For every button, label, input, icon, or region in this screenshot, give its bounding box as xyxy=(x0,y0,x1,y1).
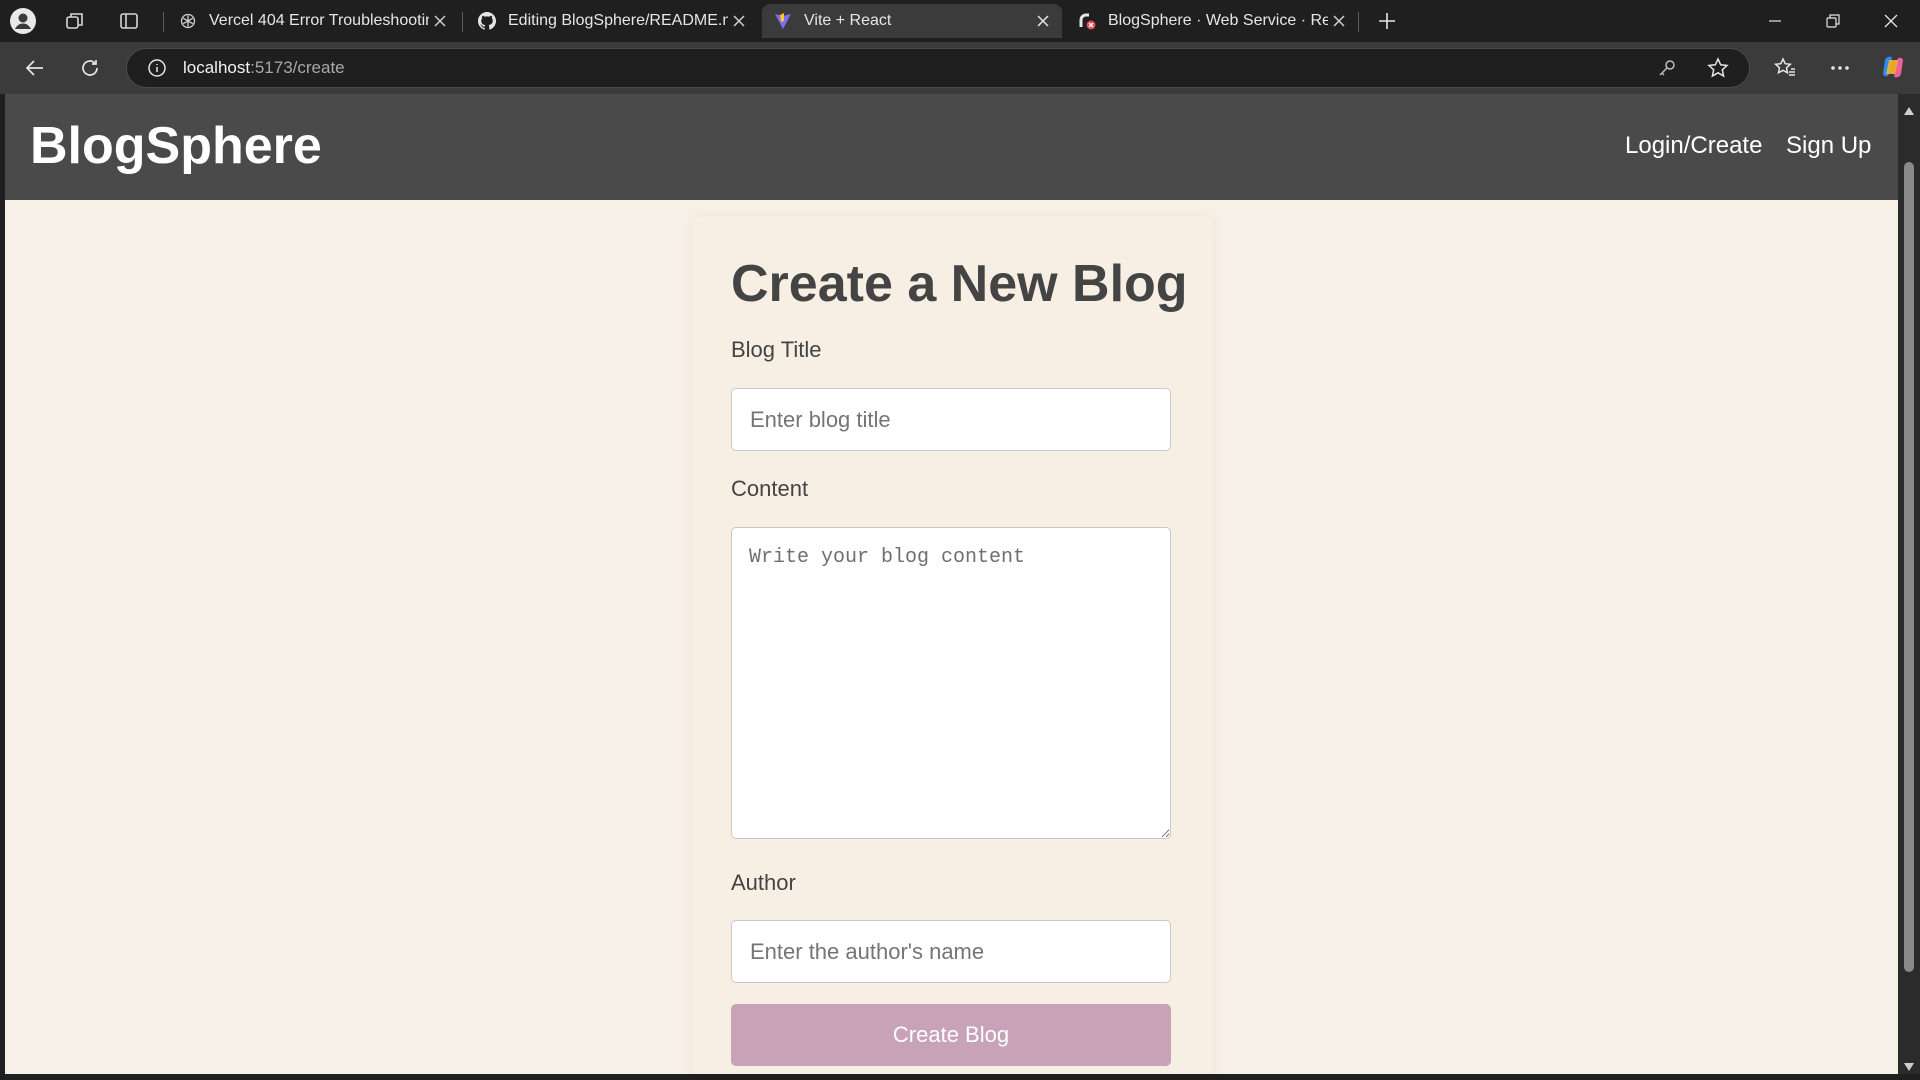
nav-login-create[interactable]: Login/Create xyxy=(1625,132,1762,160)
window-bottom-edge xyxy=(0,1074,1920,1080)
profile-icon[interactable] xyxy=(8,6,38,36)
address-path: :5173/create xyxy=(250,58,345,77)
close-icon[interactable] xyxy=(1328,10,1350,32)
author-input[interactable] xyxy=(731,920,1171,983)
scroll-up-icon[interactable] xyxy=(1904,102,1914,120)
create-blog-card: Create a New Blog Blog Title Content Aut… xyxy=(693,216,1213,1074)
chatgpt-icon xyxy=(179,12,197,30)
close-icon[interactable] xyxy=(429,10,451,32)
address-url[interactable]: localhost:5173/create xyxy=(183,58,345,78)
content-label: Content xyxy=(731,476,809,501)
password-key-icon[interactable] xyxy=(1657,58,1677,78)
minimize-icon[interactable] xyxy=(1760,8,1790,34)
close-icon[interactable] xyxy=(1032,10,1054,32)
site-header: BlogSphere Login/Create Sign Up xyxy=(5,94,1898,200)
create-blog-button[interactable]: Create Blog xyxy=(731,1004,1171,1066)
tab-vercel-404[interactable]: Vercel 404 Error Troubleshooting xyxy=(167,4,459,38)
tab-separator xyxy=(1358,12,1359,32)
restore-icon[interactable] xyxy=(1818,8,1848,34)
favorite-star-icon[interactable] xyxy=(1707,57,1729,79)
page-title: Create a New Blog xyxy=(731,255,1188,313)
nav-sign-up[interactable]: Sign Up xyxy=(1786,132,1871,160)
scroll-thumb[interactable] xyxy=(1904,162,1914,972)
page-viewport: BlogSphere Login/Create Sign Up Create a… xyxy=(5,94,1898,1074)
tab-title: Vercel 404 Error Troubleshooting xyxy=(209,12,429,29)
more-options-icon[interactable] xyxy=(1825,54,1855,82)
close-icon[interactable] xyxy=(728,10,750,32)
content-textarea[interactable] xyxy=(731,527,1171,839)
site-brand[interactable]: BlogSphere xyxy=(30,116,322,176)
tab-title: Editing BlogSphere/README.md a xyxy=(508,12,728,29)
window-close-icon[interactable] xyxy=(1876,8,1906,34)
vite-icon xyxy=(774,12,792,30)
site-info-icon[interactable] xyxy=(147,58,167,78)
page-scrollbar[interactable] xyxy=(1898,94,1920,1074)
render-icon xyxy=(1078,12,1096,30)
blog-title-input[interactable] xyxy=(731,388,1171,451)
github-icon xyxy=(478,12,496,30)
back-icon[interactable] xyxy=(20,54,50,82)
copilot-icon[interactable] xyxy=(1878,52,1908,82)
tab-separator xyxy=(163,12,164,32)
tab-actions-icon[interactable] xyxy=(116,8,142,34)
tab-separator xyxy=(462,12,463,32)
browser-toolbar: localhost:5173/create xyxy=(0,42,1920,94)
author-label: Author xyxy=(731,870,796,895)
tab-title: Vite + React xyxy=(804,12,892,29)
address-bar[interactable]: localhost:5173/create xyxy=(126,48,1750,88)
tab-vite-react[interactable]: Vite + React xyxy=(762,4,1062,38)
address-host: localhost xyxy=(183,58,251,77)
tab-title: BlogSphere · Web Service · Rend xyxy=(1108,12,1328,29)
workspaces-icon[interactable] xyxy=(62,8,88,34)
tab-render-service[interactable]: BlogSphere · Web Service · Rend xyxy=(1066,4,1358,38)
refresh-icon[interactable] xyxy=(75,54,105,82)
new-tab-icon[interactable] xyxy=(1374,8,1400,34)
tab-github-readme[interactable]: Editing BlogSphere/README.md a xyxy=(466,4,758,38)
favorites-icon[interactable] xyxy=(1770,54,1800,82)
blog-title-label: Blog Title xyxy=(731,337,822,362)
browser-tab-bar: Vercel 404 Error Troubleshooting Editing… xyxy=(0,0,1920,42)
